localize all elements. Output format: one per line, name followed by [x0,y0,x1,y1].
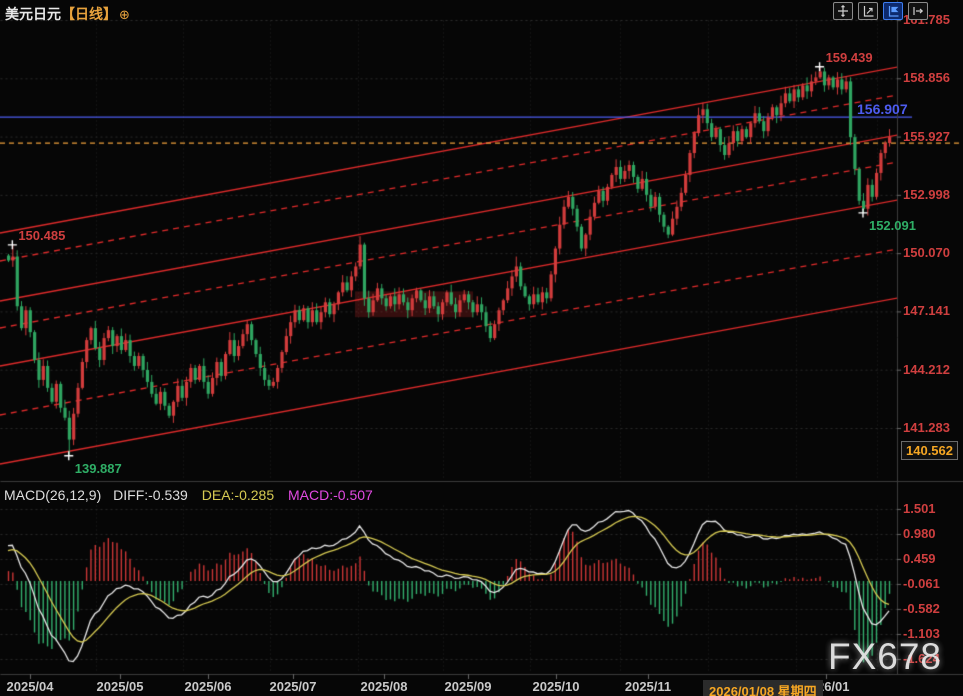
price-axis-label: 150.070 [903,245,950,260]
price-axis-label: 155.927 [903,129,950,144]
blue-hline-price-label: 156.907 [857,101,908,117]
auto-scale-flag-icon[interactable] [883,2,903,20]
add-indicator-icon[interactable]: ⊕ [119,7,130,22]
price-axis-label: 144.212 [903,362,950,377]
price-axis-label: 152.998 [903,187,950,202]
time-axis-label: 2025/05 [85,679,155,694]
macd-axis-label: 0.980 [903,526,936,541]
price-axis-label: 141.283 [903,420,950,435]
chart-toolbar [833,2,928,20]
chart-application: 美元日元【日线】⊕ 161.785158.856155.927152.99815… [0,0,963,696]
macd-axis-label: -0.061 [903,576,940,591]
chart-title: 美元日元【日线】⊕ [5,4,130,24]
macd-macd-value: MACD:-0.507 [288,487,373,503]
macd-axis-label: -0.582 [903,601,940,616]
macd-diff-value: DIFF:-0.539 [113,487,188,503]
crosshair-date-tooltip: 2026/01/08 星期四 [703,680,823,696]
time-axis-label: 2025/11 [613,679,683,694]
macd-indicator-header: MACD(26,12,9) DIFF:-0.539 DEA:-0.285 MAC… [4,487,373,503]
chart-canvas[interactable] [0,0,963,696]
pivot-price-label: 150.485 [18,228,65,243]
time-axis-label: 2025/08 [349,679,419,694]
watermark: FX678 [828,636,942,678]
scroll-to-latest-icon[interactable] [908,2,928,20]
price-axis-label: 147.141 [903,303,950,318]
macd-axis-label: 0.459 [903,551,936,566]
price-axis-label: 158.856 [903,70,950,85]
time-axis-label: 2025/09 [433,679,503,694]
pivot-price-label: 152.091 [869,218,916,233]
macd-axis-label: 1.501 [903,501,936,516]
period-tag: 【日线】 [61,6,117,22]
macd-dea-value: DEA:-0.285 [202,487,274,503]
pivot-price-label: 159.439 [826,50,873,65]
time-axis-label: 2025/06 [173,679,243,694]
axis-scale-icon[interactable] [858,2,878,20]
symbol-name: 美元日元 [5,6,61,22]
macd-name: MACD(26,12,9) [4,487,101,503]
crosshair-price-box: 140.562 [901,441,958,460]
time-axis-label: 2025/07 [258,679,328,694]
time-axis-label: 2025/04 [0,679,65,694]
pan-crosshair-icon[interactable] [833,2,853,20]
time-axis-label: 2025/10 [521,679,591,694]
pivot-price-label: 139.887 [75,461,122,476]
